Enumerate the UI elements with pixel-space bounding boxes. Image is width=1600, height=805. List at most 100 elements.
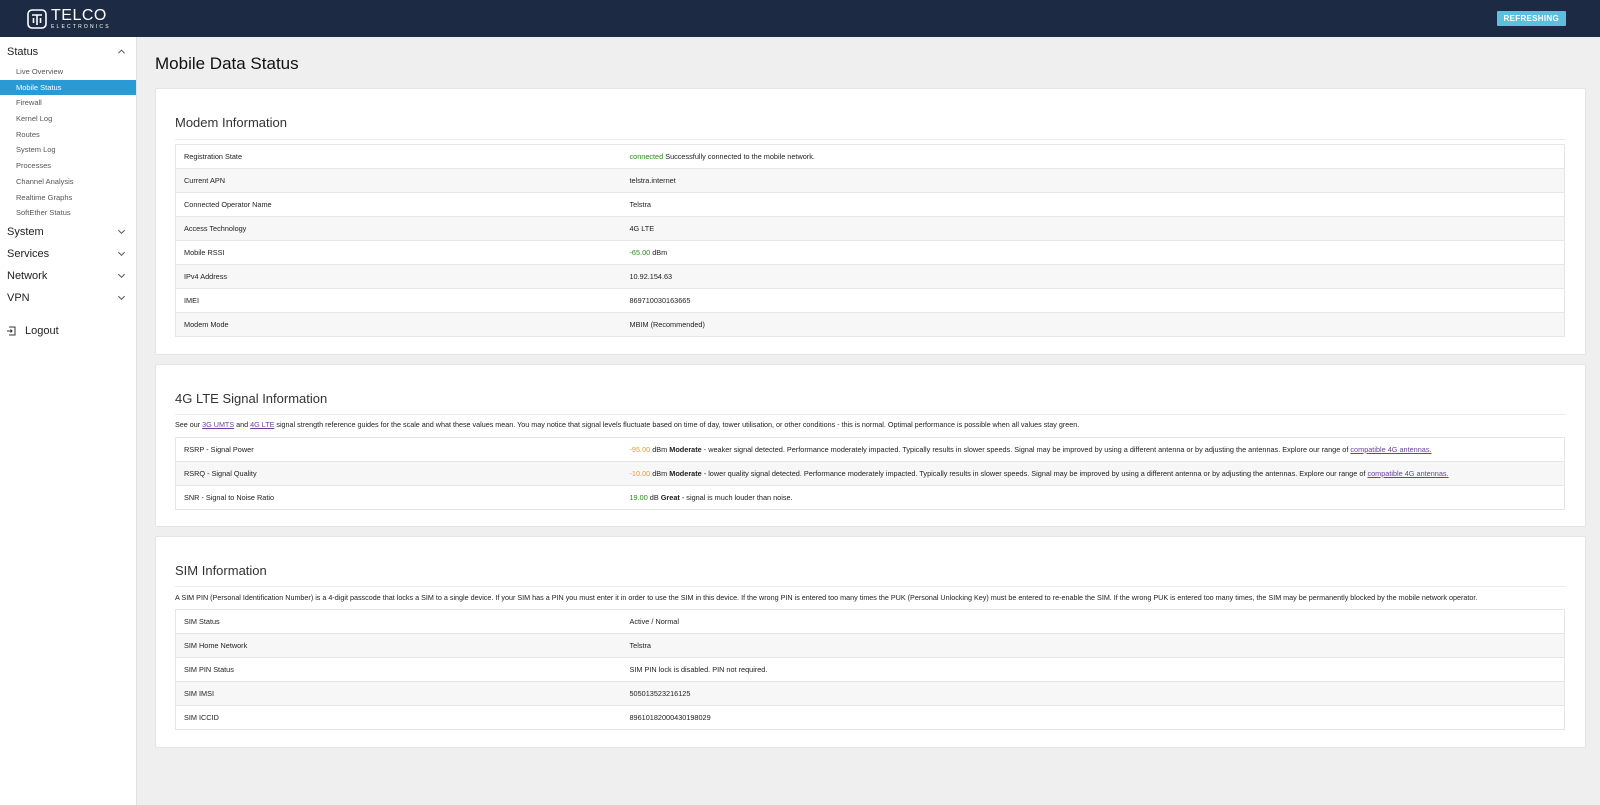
sim-info-table: SIM Status Active / Normal SIM Home Netw… — [175, 609, 1565, 730]
row-label: IMEI — [175, 288, 630, 313]
table-row: SIM ICCID 89610182000430198029 — [175, 705, 1565, 730]
rsrp-value: -95.00 — [629, 445, 651, 454]
row-value: connected Successfully connected to the … — [629, 144, 1565, 169]
sidebar-section-vpn[interactable]: VPN — [0, 287, 136, 309]
desc-text: signal strength reference guides for the… — [274, 420, 1080, 429]
sidebar-item-live-overview[interactable]: Live Overview — [0, 64, 136, 80]
divider — [175, 586, 1566, 587]
page-title: Mobile Data Status — [155, 54, 299, 73]
row-label: SIM Home Network — [175, 633, 630, 658]
table-row: Access Technology 4G LTE — [175, 216, 1565, 241]
row-value: 89610182000430198029 — [629, 705, 1565, 730]
4g-lte-guide-link[interactable]: 4G LTE — [250, 420, 274, 429]
rssi-unit: dBm — [650, 248, 668, 257]
unit: dBm — [650, 469, 670, 478]
registration-status: connected — [629, 152, 664, 161]
sidebar-section-label: VPN — [7, 291, 30, 304]
row-label: RSRQ - Signal Quality — [175, 461, 630, 486]
row-label: SIM ICCID — [175, 705, 630, 730]
table-row: IMEI 869710030163665 — [175, 288, 1565, 313]
table-row: Registration State connected Successfull… — [175, 144, 1565, 169]
sidebar-section-label: Status — [7, 46, 39, 58]
table-row: Modem Mode MBIM (Recommended) — [175, 312, 1565, 337]
sidebar-section-status[interactable]: Status — [0, 41, 136, 63]
row-label: IPv4 Address — [175, 264, 630, 289]
sidebar-item-firewall[interactable]: Firewall — [0, 95, 136, 111]
row-value: 869710030163665 — [629, 288, 1565, 313]
sidebar-item-realtime-graphs[interactable]: Realtime Graphs — [0, 190, 136, 206]
rating-text: - lower quality signal detected. Perform… — [701, 469, 1368, 478]
row-value: SIM PIN lock is disabled. PIN not requir… — [629, 657, 1565, 682]
rssi-value: -65.00 — [629, 248, 651, 257]
logout-button[interactable]: Logout — [6, 325, 59, 337]
table-row: Connected Operator Name Telstra — [175, 192, 1565, 217]
table-row: SIM Home Network Telstra — [175, 633, 1565, 658]
table-row: SIM IMSI 505013523216125 — [175, 681, 1565, 706]
row-label: Connected Operator Name — [175, 192, 630, 217]
row-value: Telstra — [629, 633, 1565, 658]
modem-information-card: Modem Information Registration State con… — [155, 88, 1586, 355]
row-value: -10.00 dBm Moderate - lower quality sign… — [629, 461, 1565, 486]
sim-information-card: SIM Information A SIM PIN (Personal Iden… — [155, 536, 1586, 748]
row-value: Telstra — [629, 192, 1565, 217]
row-value: MBIM (Recommended) — [629, 312, 1565, 337]
sidebar-item-kernel-log[interactable]: Kernel Log — [0, 111, 136, 127]
sidebar-item-mobile-status[interactable]: Mobile Status — [0, 79, 136, 96]
table-row: IPv4 Address 10.92.154.63 — [175, 264, 1565, 289]
table-row: RSRP - Signal Power -95.00 dBm Moderate … — [175, 437, 1565, 462]
table-row: SIM PIN Status SIM PIN lock is disabled.… — [175, 657, 1565, 682]
desc-text: See our — [175, 420, 203, 429]
row-label: Registration State — [175, 144, 630, 169]
telco-logo-icon — [27, 9, 47, 29]
telco-logo[interactable]: TELCO ELECTRONICS — [27, 8, 111, 30]
sidebar-section-network[interactable]: Network — [0, 265, 136, 287]
compatible-antennas-link[interactable]: compatible 4G antennas. — [1367, 469, 1448, 478]
row-value: 19.00 dB Great - signal is much louder t… — [629, 485, 1565, 510]
compatible-antennas-link[interactable]: compatible 4G antennas. — [1350, 445, 1431, 454]
row-label: Current APN — [175, 168, 630, 193]
rsrq-value: -10.00 — [629, 469, 651, 478]
table-row: SIM Status Active / Normal — [175, 609, 1565, 634]
snr-value: 19.00 — [629, 493, 648, 502]
row-label: SNR - Signal to Noise Ratio — [175, 485, 630, 510]
unit: dB — [647, 493, 661, 502]
sidebar-item-softether-status[interactable]: SoftEther Status — [0, 205, 136, 221]
signal-info-table: RSRP - Signal Power -95.00 dBm Moderate … — [175, 437, 1565, 510]
signal-information-card: 4G LTE Signal Information See our 3G UMT… — [155, 364, 1586, 527]
sidebar-section-label: Network — [7, 269, 48, 282]
chevron-down-icon — [117, 221, 126, 244]
refreshing-badge[interactable]: REFRESHING — [1496, 11, 1566, 26]
row-label: Modem Mode — [175, 312, 630, 337]
registration-text: Successfully connected to the mobile net… — [663, 152, 815, 161]
status-submenu: Live Overview Mobile Status Firewall Ker… — [0, 64, 136, 221]
sidebar-item-routes[interactable]: Routes — [0, 127, 136, 143]
signal-description: See our 3G UMTS and 4G LTE signal streng… — [175, 420, 1566, 429]
unit: dBm — [650, 445, 670, 454]
divider — [175, 139, 1566, 140]
row-label: SIM PIN Status — [175, 657, 630, 682]
3g-umts-guide-link[interactable]: 3G UMTS — [202, 420, 234, 429]
logout-icon — [7, 326, 16, 336]
sidebar-section-label: System — [7, 225, 44, 238]
chevron-up-icon — [117, 41, 126, 64]
table-row: Mobile RSSI -65.00 dBm — [175, 240, 1565, 265]
chevron-down-icon — [117, 265, 126, 288]
card-title: 4G LTE Signal Information — [175, 391, 328, 406]
row-value: Active / Normal — [629, 609, 1565, 634]
sidebar-section-system[interactable]: System — [0, 221, 136, 243]
sidebar-item-channel-analysis[interactable]: Channel Analysis — [0, 174, 136, 190]
table-row: RSRQ - Signal Quality -10.00 dBm Moderat… — [175, 461, 1565, 486]
divider — [175, 414, 1566, 415]
row-value: telstra.internet — [629, 168, 1565, 193]
sidebar-item-processes[interactable]: Processes — [0, 158, 136, 174]
rsrq-rating: Moderate — [669, 469, 702, 478]
sidebar-section-services[interactable]: Services — [0, 243, 136, 265]
sidebar-item-system-log[interactable]: System Log — [0, 142, 136, 158]
row-value: -95.00 dBm Moderate - weaker signal dete… — [629, 437, 1565, 462]
logo-main-text: TELCO — [51, 7, 107, 24]
rsrp-rating: Moderate — [669, 445, 702, 454]
row-label: Mobile RSSI — [175, 240, 630, 265]
snr-rating: Great — [660, 493, 680, 502]
sidebar: Status Live Overview Mobile Status Firew… — [0, 37, 137, 805]
modem-info-table: Registration State connected Successfull… — [175, 144, 1565, 337]
